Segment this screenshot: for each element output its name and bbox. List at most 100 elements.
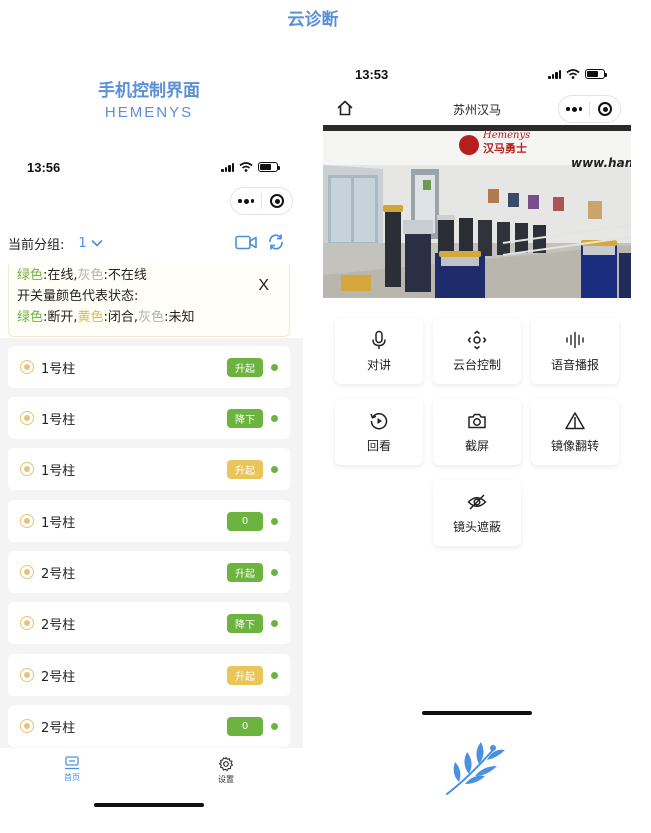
- legend-close-button[interactable]: X: [258, 277, 269, 295]
- online-status-dot: [271, 517, 278, 525]
- status-badge[interactable]: 升起: [227, 357, 263, 377]
- home-indicator: [94, 803, 204, 807]
- online-status-dot: [271, 465, 278, 473]
- page-title: 云诊断: [287, 10, 339, 30]
- right-home-indicator: [422, 711, 532, 715]
- bollard-card[interactable]: 1号柱 降下: [8, 397, 290, 439]
- gear-icon: [218, 756, 234, 772]
- intercom-label: 对讲: [366, 357, 391, 372]
- intercom-button[interactable]: 对讲: [335, 318, 423, 384]
- playback-button[interactable]: 回看: [335, 399, 423, 465]
- camera-live-view[interactable]: Hemenys 汉马勇士 www.han: [323, 125, 631, 298]
- bollard-card[interactable]: 2号柱 升起: [8, 551, 290, 593]
- bollard-card[interactable]: 2号柱 0: [8, 705, 290, 747]
- bollard-card[interactable]: 2号柱 降下: [8, 602, 290, 644]
- signal-icon: [221, 162, 234, 172]
- wifi-icon: [566, 69, 580, 79]
- signal-icon: [548, 69, 561, 79]
- tab-home-label: 首页: [64, 773, 80, 782]
- tab-settings[interactable]: 设置: [196, 756, 256, 785]
- radio-icon[interactable]: [20, 411, 34, 425]
- bottom-tab-bar: 首页 设置: [0, 750, 303, 833]
- radio-icon[interactable]: [20, 719, 34, 733]
- wifi-icon: [239, 162, 253, 172]
- video-camera-icon[interactable]: [235, 235, 257, 250]
- status-badge[interactable]: 升起: [227, 562, 263, 582]
- legend-unknown-text: :未知: [164, 310, 195, 325]
- battery-icon: [258, 162, 280, 172]
- bollard-name: 2号柱: [41, 720, 76, 736]
- bollard-card[interactable]: 2号柱 升起: [8, 654, 290, 696]
- radio-icon[interactable]: [20, 514, 34, 528]
- legend-open-text: :断开,: [43, 310, 78, 325]
- online-status-dot: [271, 414, 278, 422]
- more-dots-icon: [238, 198, 254, 204]
- left-status-time: 13:56: [27, 160, 61, 175]
- radio-icon[interactable]: [20, 462, 34, 476]
- legend-closed-text: :闭合,: [103, 310, 139, 325]
- status-badge[interactable]: 升起: [227, 459, 263, 479]
- bollard-name: 1号柱: [41, 463, 76, 479]
- online-status-dot: [271, 363, 278, 371]
- tab-home[interactable]: 首页: [42, 756, 102, 783]
- legend-green-text: 绿色: [17, 268, 44, 283]
- bollard-name: 1号柱: [41, 412, 76, 428]
- mirror-flip-button[interactable]: 镜像翻转: [531, 399, 619, 465]
- radio-icon[interactable]: [20, 565, 34, 579]
- legend-gray-text: 灰色: [77, 268, 104, 283]
- status-legend: 绿色:在线,灰色:不在线 开关量颜色代表状态: 绿色:断开,黄色:闭合,灰色:未…: [8, 265, 290, 337]
- bollard-name: 2号柱: [41, 617, 76, 633]
- lens-cover-label: 镜头遮蔽: [452, 519, 501, 534]
- legend-line-online: 绿色:在线,灰色:不在线: [17, 265, 281, 286]
- online-status-dot: [271, 722, 278, 730]
- status-badge[interactable]: 0: [227, 511, 263, 531]
- photo-brand: Hemenys: [482, 130, 530, 141]
- photo-url: www.han: [571, 156, 631, 170]
- status-badge[interactable]: 降下: [227, 408, 263, 428]
- showroom-photo: Hemenys 汉马勇士 www.han: [323, 125, 631, 298]
- voice-broadcast-button[interactable]: 语音播报: [531, 318, 619, 384]
- online-status-dot: [271, 671, 278, 679]
- bollard-card[interactable]: 1号柱 升起: [8, 448, 290, 490]
- refresh-icon[interactable]: [267, 233, 285, 251]
- screenshot-button[interactable]: 截屏: [433, 399, 521, 465]
- more-menu-button[interactable]: [559, 96, 589, 122]
- bollard-name: 1号柱: [41, 515, 76, 531]
- legend-green-text-2: 绿色: [17, 310, 44, 325]
- photo-brand-cn: 汉马勇士: [483, 141, 527, 155]
- voice-wave-icon: [566, 331, 584, 348]
- tab-settings-label: 设置: [218, 775, 234, 784]
- legend-offline-text: :不在线: [103, 268, 147, 283]
- right-status-icons: [548, 69, 607, 79]
- close-miniapp-button[interactable]: [590, 96, 620, 122]
- close-miniapp-button[interactable]: [262, 188, 292, 214]
- screenshot-label: 截屏: [464, 438, 489, 453]
- more-menu-button[interactable]: [231, 188, 261, 214]
- lens-cover-button[interactable]: 镜头遮蔽: [433, 480, 521, 546]
- voice-broadcast-label: 语音播报: [550, 357, 599, 372]
- ptz-control-button[interactable]: 云台控制: [433, 318, 521, 384]
- bollard-card[interactable]: 1号柱 0: [8, 500, 290, 542]
- status-badge[interactable]: 升起: [227, 665, 263, 685]
- playback-label: 回看: [366, 438, 391, 453]
- group-value: 1: [78, 235, 87, 251]
- left-mini-capsule[interactable]: [230, 187, 293, 215]
- radio-icon[interactable]: [20, 616, 34, 630]
- online-status-dot: [271, 619, 278, 627]
- status-badge[interactable]: 降下: [227, 613, 263, 633]
- right-mini-capsule[interactable]: [558, 95, 621, 123]
- bollard-name: 2号柱: [41, 669, 76, 685]
- radio-icon[interactable]: [20, 668, 34, 682]
- bollard-card[interactable]: 1号柱 升起: [8, 346, 290, 388]
- target-icon: [270, 194, 284, 208]
- group-dropdown[interactable]: 1: [78, 235, 103, 251]
- right-status-time: 13:53: [355, 67, 389, 82]
- eye-off-icon: [467, 493, 487, 510]
- ptz-control-icon: [467, 330, 487, 349]
- status-badge[interactable]: 0: [227, 716, 263, 736]
- mirror-flip-icon: [565, 411, 585, 429]
- legend-online-text: :在线,: [43, 268, 78, 283]
- left-header-title: 手机控制界面: [98, 81, 200, 101]
- radio-icon[interactable]: [20, 360, 34, 374]
- bollard-name: 1号柱: [41, 361, 76, 377]
